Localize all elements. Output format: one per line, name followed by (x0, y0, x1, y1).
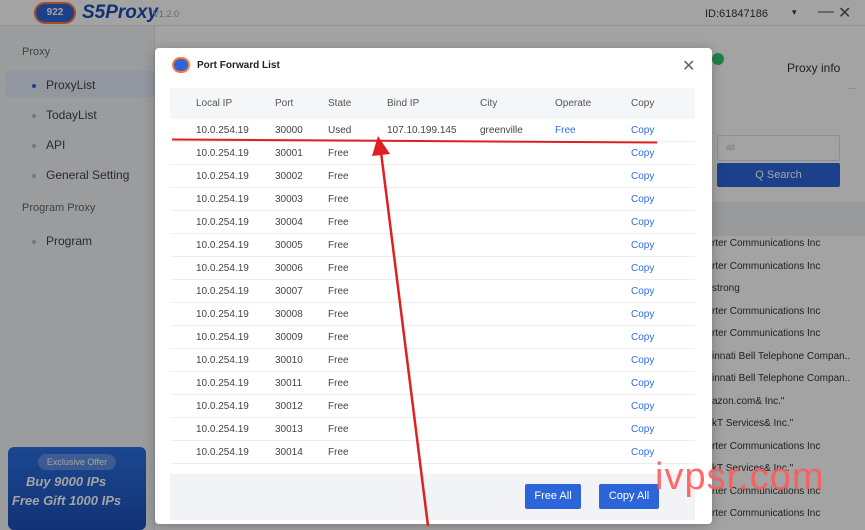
watermark: ivpsr.com (655, 456, 825, 498)
annotation-arrow-icon (372, 136, 430, 527)
